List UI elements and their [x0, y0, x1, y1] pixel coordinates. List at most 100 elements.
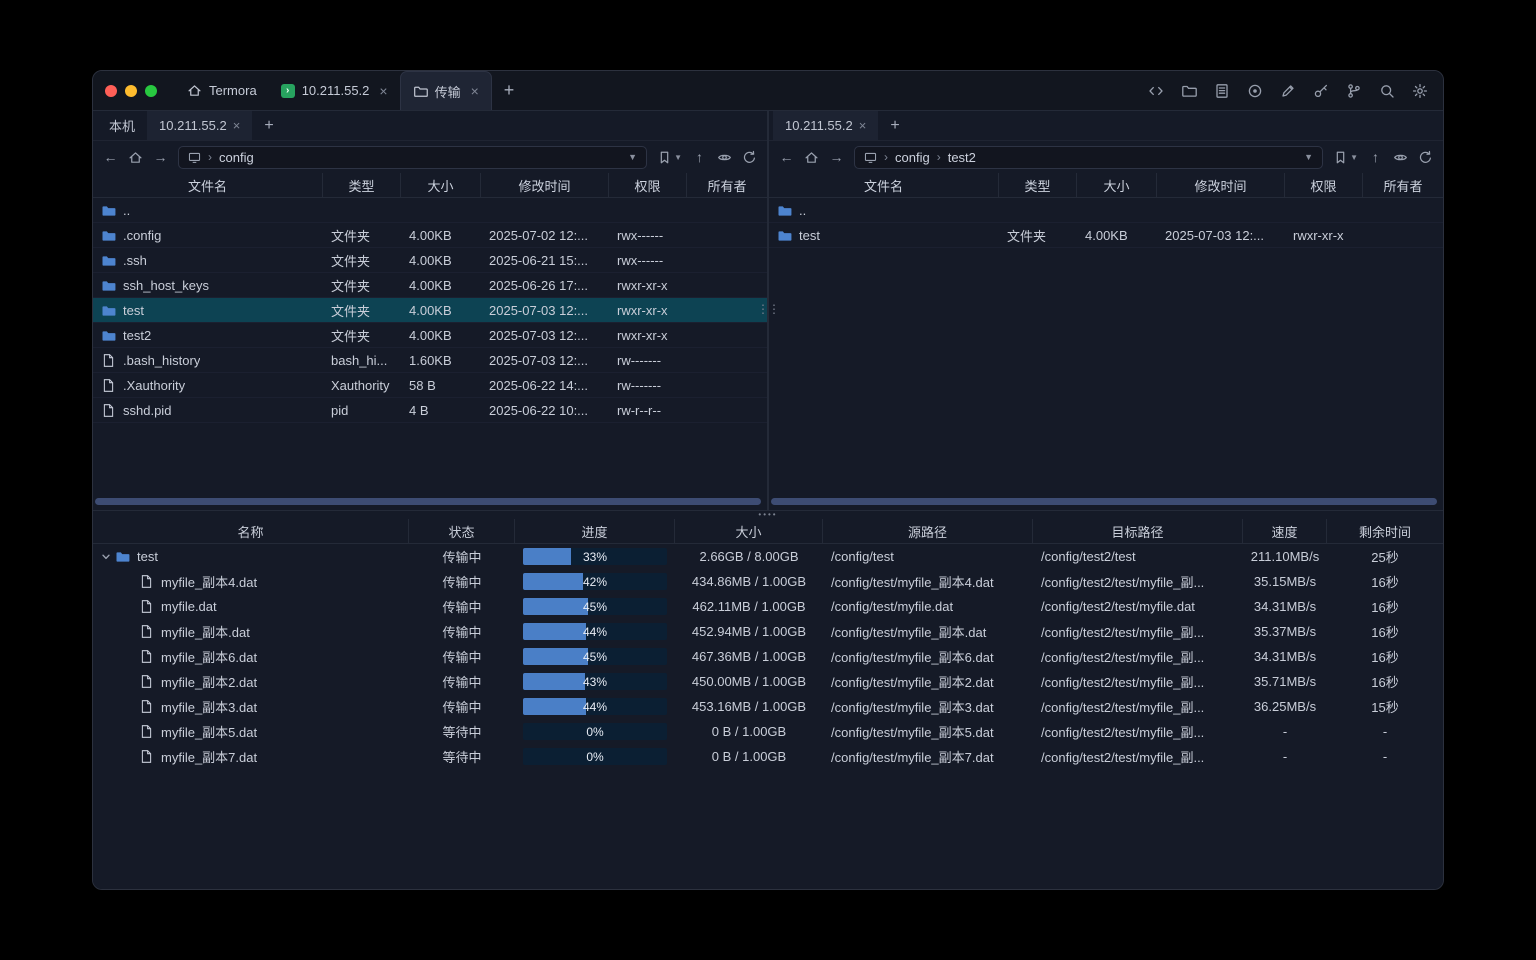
horizontal-scrollbar[interactable] [95, 498, 763, 505]
forward-icon[interactable]: → [153, 147, 168, 167]
edit-icon[interactable] [1279, 82, 1297, 100]
path-input[interactable]: › config › test2 ▼ [854, 146, 1323, 169]
column-header-type[interactable]: 类型 [999, 173, 1077, 197]
log-icon[interactable] [1213, 82, 1231, 100]
file-name-cell: sshd.pid [93, 398, 323, 422]
splitter-grip-icon[interactable]: •••• [758, 511, 777, 519]
transfer-row[interactable]: myfile_副本.dat传输中44%452.94MB / 1.00GB/con… [93, 619, 1443, 644]
new-tab-button[interactable]: + [492, 80, 527, 101]
file-row[interactable]: test文件夹4.00KB2025-07-03 12:...rwxr-xr-x [769, 223, 1443, 248]
file-row[interactable]: .bash_historybash_hi...1.60KB2025-07-03 … [93, 348, 767, 373]
bookmark-chevron-icon[interactable]: ▼ [674, 153, 682, 162]
tab-remote-host[interactable]: 10.211.55.2 × [147, 111, 252, 140]
tab-host[interactable]: › 10.211.55.2 × [269, 71, 400, 110]
file-row[interactable]: .. [769, 198, 1443, 223]
transfer-row[interactable]: myfile_副本2.dat传输中43%450.00MB / 1.00GB/co… [93, 669, 1443, 694]
chevron-down-icon[interactable]: ▼ [628, 152, 637, 162]
transfer-column-progress[interactable]: 进度 [515, 519, 675, 543]
record-icon[interactable] [1246, 82, 1264, 100]
expand-chevron-icon[interactable] [99, 552, 112, 562]
refresh-icon[interactable] [742, 147, 757, 167]
column-header-modified[interactable]: 修改时间 [1157, 173, 1285, 197]
file-row[interactable]: ssh_host_keys文件夹4.00KB2025-06-26 17:...r… [93, 273, 767, 298]
file-row[interactable]: .ssh文件夹4.00KB2025-06-21 15:...rwx------ [93, 248, 767, 273]
column-header-owner[interactable]: 所有者 [687, 173, 767, 197]
file-row[interactable]: test2文件夹4.00KB2025-07-03 12:...rwxr-xr-x [93, 323, 767, 348]
home-icon[interactable] [804, 147, 819, 167]
transfer-status: 传输中 [409, 672, 515, 691]
transfer-column-target-path[interactable]: 目标路径 [1033, 519, 1243, 543]
back-icon[interactable]: ← [779, 147, 794, 167]
collapse-chevron-icon[interactable] [101, 552, 111, 562]
tab-transfer[interactable]: 传输 × [400, 71, 492, 110]
column-header-filename[interactable]: 文件名 [769, 173, 999, 197]
close-tab-icon[interactable]: × [233, 118, 241, 133]
path-input[interactable]: › config ▼ [178, 146, 647, 169]
column-header-type[interactable]: 类型 [323, 173, 401, 197]
path-segment[interactable]: test2 [948, 150, 976, 165]
column-header-permissions[interactable]: 权限 [609, 173, 687, 197]
bookmark-chevron-icon[interactable]: ▼ [1350, 153, 1358, 162]
file-row[interactable]: .XauthorityXauthority58 B2025-06-22 14:.… [93, 373, 767, 398]
home-icon[interactable] [128, 147, 143, 167]
forward-icon[interactable]: → [829, 147, 844, 167]
bookmark-icon[interactable] [657, 147, 672, 167]
horizontal-splitter[interactable]: •••• [93, 511, 1443, 519]
minimize-window-button[interactable] [125, 85, 137, 97]
transfer-size: 2.66GB / 8.00GB [675, 549, 823, 564]
bookmark-icon[interactable] [1333, 147, 1348, 167]
close-tab-icon[interactable]: × [859, 118, 867, 133]
transfer-row[interactable]: myfile_副本7.dat等待中0%0 B / 1.00GB/config/t… [93, 744, 1443, 769]
panel-splitter-grip[interactable]: ⋮⋮ [757, 303, 779, 315]
refresh-icon[interactable] [1418, 147, 1433, 167]
tab-local-machine[interactable]: 本机 [97, 111, 147, 140]
git-branch-icon[interactable] [1345, 82, 1363, 100]
folder-icon[interactable] [1180, 82, 1198, 100]
column-header-size[interactable]: 大小 [1077, 173, 1157, 197]
transfer-column-status[interactable]: 状态 [409, 519, 515, 543]
transfer-row[interactable]: test传输中33%2.66GB / 8.00GB/config/test/co… [93, 544, 1443, 569]
code-icon[interactable] [1147, 82, 1165, 100]
path-segment[interactable]: config [219, 150, 254, 165]
transfer-column-speed[interactable]: 速度 [1243, 519, 1327, 543]
transfer-row[interactable]: myfile.dat传输中45%462.11MB / 1.00GB/config… [93, 594, 1443, 619]
column-header-permissions[interactable]: 权限 [1285, 173, 1363, 197]
chevron-down-icon[interactable]: ▼ [1304, 152, 1313, 162]
show-hidden-eye-icon[interactable] [717, 147, 732, 167]
column-header-size[interactable]: 大小 [401, 173, 481, 197]
new-explorer-tab-button[interactable]: + [878, 111, 911, 140]
transfer-row[interactable]: myfile_副本3.dat传输中44%453.16MB / 1.00GB/co… [93, 694, 1443, 719]
show-hidden-eye-icon[interactable] [1393, 147, 1408, 167]
close-tab-icon[interactable]: × [379, 83, 387, 99]
transfer-row[interactable]: myfile_副本4.dat传输中42%434.86MB / 1.00GB/co… [93, 569, 1443, 594]
close-window-button[interactable] [105, 85, 117, 97]
column-header-modified[interactable]: 修改时间 [481, 173, 609, 197]
file-row[interactable]: .config文件夹4.00KB2025-07-02 12:...rwx----… [93, 223, 767, 248]
transfer-column-size[interactable]: 大小 [675, 519, 823, 543]
transfer-row[interactable]: myfile_副本5.dat等待中0%0 B / 1.00GB/config/t… [93, 719, 1443, 744]
settings-gear-icon[interactable] [1411, 82, 1429, 100]
close-tab-icon[interactable]: × [471, 83, 479, 99]
scrollbar-thumb[interactable] [95, 498, 761, 505]
file-row[interactable]: test文件夹4.00KB2025-07-03 12:...rwxr-xr-x [93, 298, 767, 323]
transfer-column-remaining-time[interactable]: 剩余时间 [1327, 519, 1443, 543]
up-arrow-icon[interactable]: ↑ [1368, 147, 1383, 167]
back-icon[interactable]: ← [103, 147, 118, 167]
scrollbar-thumb[interactable] [771, 498, 1437, 505]
transfer-row[interactable]: myfile_副本6.dat传输中45%467.36MB / 1.00GB/co… [93, 644, 1443, 669]
zoom-window-button[interactable] [145, 85, 157, 97]
path-segment[interactable]: config [895, 150, 930, 165]
transfer-column-name[interactable]: 名称 [93, 519, 409, 543]
tab-remote-host[interactable]: 10.211.55.2 × [773, 111, 878, 140]
column-header-filename[interactable]: 文件名 [93, 173, 323, 197]
tab-termora[interactable]: Termora [175, 71, 269, 110]
column-header-owner[interactable]: 所有者 [1363, 173, 1443, 197]
horizontal-scrollbar[interactable] [771, 498, 1439, 505]
up-arrow-icon[interactable]: ↑ [692, 147, 707, 167]
search-icon[interactable] [1378, 82, 1396, 100]
file-row[interactable]: .. [93, 198, 767, 223]
new-explorer-tab-button[interactable]: + [252, 111, 285, 140]
transfer-column-source-path[interactable]: 源路径 [823, 519, 1033, 543]
key-icon[interactable] [1312, 82, 1330, 100]
file-row[interactable]: sshd.pidpid4 B2025-06-22 10:...rw-r--r-- [93, 398, 767, 423]
